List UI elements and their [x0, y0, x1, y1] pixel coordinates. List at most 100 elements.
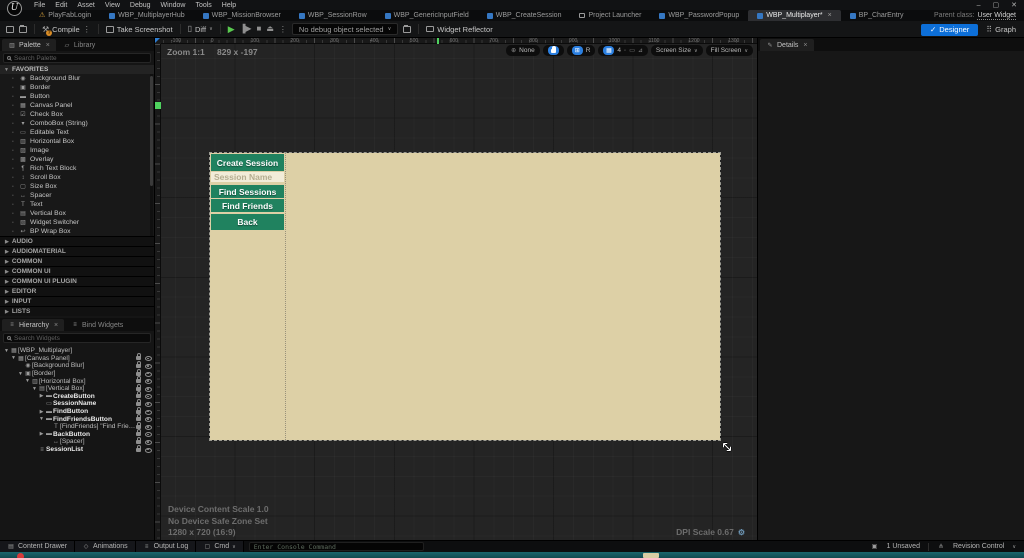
scrollbar-thumb[interactable]: [150, 76, 153, 186]
rotation-snap-icon[interactable]: ◦: [624, 48, 626, 54]
debug-object-dropdown[interactable]: No debug object selected ∨: [291, 23, 399, 35]
expander-icon[interactable]: ▶: [38, 409, 45, 415]
close-button[interactable]: ✕: [1011, 1, 1017, 9]
diff-button[interactable]: ▯ Diff ∨: [188, 25, 213, 34]
visibility-icon[interactable]: [145, 379, 152, 385]
expander-icon[interactable]: ▼: [17, 371, 24, 377]
content-drawer-button[interactable]: ▤ Content Drawer: [0, 540, 76, 553]
palette-item-image[interactable]: • ▨ Image: [0, 146, 154, 155]
expander-icon[interactable]: ▼: [24, 378, 31, 384]
palette-item-rich-text-block[interactable]: • ¶ Rich Text Block: [0, 164, 154, 173]
lock-icon[interactable]: [136, 391, 141, 399]
lock-icon[interactable]: [136, 436, 141, 444]
close-icon[interactable]: ×: [54, 322, 58, 329]
expander-icon[interactable]: ▼: [31, 386, 38, 392]
doc-tab-wbp-sessionrow[interactable]: WBP_SessionRow: [290, 10, 376, 21]
palette-item-canvas-panel[interactable]: • ▦ Canvas Panel: [0, 101, 154, 110]
doc-tab-wbp-missionbrowser[interactable]: WBP_MissionBrowser: [194, 10, 290, 21]
palette-scrollbar[interactable]: [150, 74, 153, 236]
outline-toggle-icon[interactable]: ▭: [629, 47, 635, 54]
doc-tab-project-launcher[interactable]: Project Launcher: [570, 10, 650, 21]
frame-skip-button[interactable]: ▐▶: [240, 25, 252, 33]
palette-item-button[interactable]: • ▬ Button: [0, 92, 154, 101]
favorites-header[interactable]: ▼ FAVORITES: [0, 65, 154, 74]
menu-window[interactable]: Window: [161, 2, 186, 9]
visibility-icon[interactable]: [145, 447, 152, 453]
tree-row-sessionname[interactable]: ▭ SessionName: [0, 398, 154, 408]
palette-category-lists[interactable]: ▶ LISTS: [0, 306, 154, 316]
doc-tab-wbp-createsession[interactable]: WBP_CreateSession: [478, 10, 571, 21]
tree-row-findbutton[interactable]: ▶ ▬ FindButton: [0, 406, 154, 416]
lock-icon[interactable]: [136, 353, 141, 361]
palette-item-spacer[interactable]: • ↔ Spacer: [0, 191, 154, 200]
widget-design-surface[interactable]: Create Session Session Name Find Sessions F…: [209, 152, 721, 441]
hierarchy-search-input[interactable]: [14, 334, 147, 342]
visibility-icon[interactable]: [145, 439, 152, 445]
animations-button[interactable]: ◇ Animations: [75, 540, 136, 553]
lock-icon[interactable]: [136, 414, 141, 422]
lock-icon[interactable]: [136, 429, 141, 437]
close-icon[interactable]: ×: [803, 42, 807, 49]
doc-tab-wbp-passwordpopup[interactable]: WBP_PasswordPopup: [650, 10, 748, 21]
palette-item-horizontal-box[interactable]: • ▥ Horizontal Box: [0, 137, 154, 146]
doc-tab-wbp-multiplayerhub[interactable]: WBP_MultiplayerHub: [100, 10, 194, 21]
tab-details[interactable]: ✎ Details ×: [760, 39, 814, 51]
session-name-widget[interactable]: Session Name: [211, 172, 284, 182]
palette-item-combobox-string[interactable]: • ▾ ComboBox (String): [0, 119, 154, 128]
find-sessions-widget[interactable]: Find Sessions: [211, 185, 284, 198]
lock-icon[interactable]: [136, 406, 141, 414]
tab-palette[interactable]: ▥ Palette ×: [2, 39, 56, 51]
palette-item-scroll-box[interactable]: • ↕ Scroll Box: [0, 173, 154, 182]
designer-mode-button[interactable]: ✓ Designer: [920, 23, 979, 36]
unsaved-count[interactable]: 1 Unsaved: [887, 543, 920, 550]
find-friends-widget[interactable]: Find Friends: [211, 199, 284, 212]
compile-button[interactable]: ⚒? Compile ⋮: [42, 25, 91, 36]
lock-icon[interactable]: [136, 421, 141, 429]
debug-browse-icon[interactable]: [403, 24, 412, 33]
palette-item-editable-text[interactable]: • ▭ Editable Text: [0, 128, 154, 137]
tree-row-backbutton[interactable]: ▶ ▬ BackButton: [0, 429, 154, 439]
visibility-icon[interactable]: [145, 386, 152, 392]
palette-search-input[interactable]: [14, 54, 147, 62]
doc-tab-playfablogin[interactable]: ⚠ PlayFabLogin: [30, 10, 100, 21]
back-widget[interactable]: Back: [211, 214, 284, 230]
compile-options-icon[interactable]: ⋮: [83, 25, 91, 34]
tree-row-vertical-box[interactable]: ▼ ▤ [Vertical Box]: [0, 383, 154, 393]
expander-icon[interactable]: ▼: [10, 355, 17, 361]
visibility-icon[interactable]: [145, 363, 152, 369]
graph-mode-button[interactable]: ⠿ Graph: [986, 25, 1016, 34]
palette-item-background-blur[interactable]: • ◉ Background Blur: [0, 74, 154, 83]
menu-help[interactable]: Help: [222, 2, 236, 9]
visibility-icon[interactable]: [145, 417, 152, 423]
tree-row-wbp-multiplayer[interactable]: ▼ ▦ [WBP_Multiplayer]: [0, 347, 154, 355]
palette-category-editor[interactable]: ▶ EDITOR: [0, 286, 154, 296]
doc-tab-wbp-multiplayer[interactable]: WBP_Multiplayer* ×: [748, 10, 841, 21]
lock-icon[interactable]: [136, 398, 141, 406]
palette-item-overlay[interactable]: • ▩ Overlay: [0, 155, 154, 164]
palette-category-common-ui[interactable]: ▶ COMMON UI: [0, 266, 154, 276]
maximize-button[interactable]: ▢: [993, 1, 1000, 9]
tree-row-createbutton[interactable]: ▶ ▬ CreateButton: [0, 391, 154, 401]
expander-icon[interactable]: ▶: [38, 393, 45, 399]
palette-item-check-box[interactable]: • ☑ Check Box: [0, 110, 154, 119]
visibility-icon[interactable]: [145, 432, 152, 438]
screen-size-dropdown[interactable]: Screen Size ∨: [650, 45, 703, 56]
create-session-widget[interactable]: Create Session: [211, 154, 284, 171]
tree-row-background-blur[interactable]: ◉ [Background Blur]: [0, 360, 154, 370]
menu-tools[interactable]: Tools: [195, 2, 211, 9]
minimize-button[interactable]: –: [977, 2, 981, 9]
cmd-dropdown[interactable]: ▢ Cmd ∨: [196, 540, 244, 553]
palette-category-common-ui-plugin[interactable]: ▶ COMMON UI PLUGIN: [0, 276, 154, 286]
transform-mode-toggle[interactable]: ⊞ R: [566, 45, 596, 56]
play-button[interactable]: ▶: [228, 24, 235, 34]
palette-category-audiomaterial[interactable]: ▶ AUDIOMATERIAL: [0, 246, 154, 256]
visibility-icon[interactable]: [145, 401, 152, 407]
widget-reflector-button[interactable]: Widget Reflector: [426, 25, 493, 34]
menu-view[interactable]: View: [105, 2, 120, 9]
lock-icon[interactable]: [136, 383, 141, 391]
palette-item-text[interactable]: • T Text: [0, 200, 154, 209]
tree-row-canvas-panel[interactable]: ▼ ▦ [Canvas Panel]: [0, 353, 154, 363]
respect-locks-icon[interactable]: ⊿: [638, 47, 643, 54]
menu-asset[interactable]: Asset: [77, 2, 95, 9]
palette-search[interactable]: [3, 53, 151, 63]
